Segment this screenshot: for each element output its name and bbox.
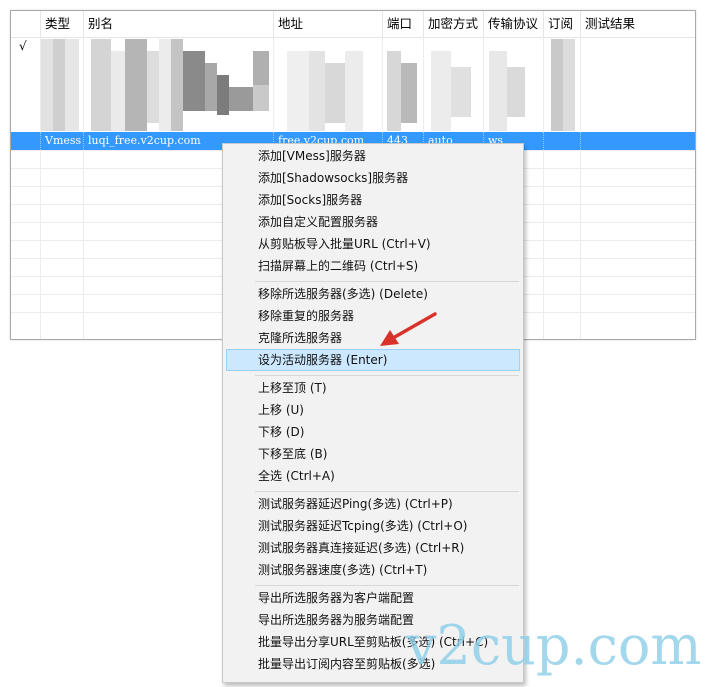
watermark-logo: v2cup.com xyxy=(406,614,702,677)
annotation-arrow-icon xyxy=(380,312,437,346)
